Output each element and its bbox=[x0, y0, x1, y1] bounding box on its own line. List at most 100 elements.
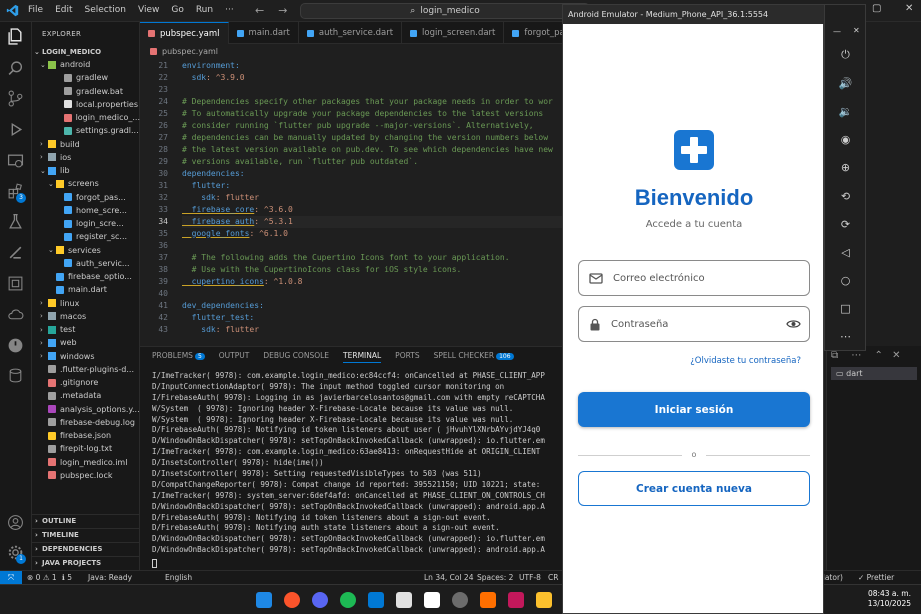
tree-item[interactable]: gradlew bbox=[32, 71, 140, 84]
menu-item[interactable]: Go bbox=[171, 5, 183, 15]
project-root[interactable]: ⌄ LOGIN_MEDICO bbox=[32, 45, 140, 58]
more-icon[interactable]: ⋯ bbox=[851, 350, 861, 361]
tree-item[interactable]: › windows bbox=[32, 350, 140, 363]
rotate-right-icon[interactable]: ⟳ bbox=[838, 217, 853, 232]
tree-item[interactable]: home_scre... bbox=[32, 204, 140, 217]
sidebar-section[interactable]: › DEPENDENCIES bbox=[32, 542, 140, 555]
volume-down-icon[interactable]: 🔉 bbox=[838, 104, 853, 119]
password-field[interactable]: Contraseña bbox=[578, 306, 810, 342]
panel-tab[interactable]: PROBLEMS 5 bbox=[152, 351, 205, 363]
account-icon[interactable] bbox=[7, 514, 24, 531]
tree-item[interactable]: .flutter-plugins-d... bbox=[32, 363, 140, 376]
back-arrow-icon[interactable]: ← bbox=[255, 4, 264, 17]
power-icon[interactable] bbox=[7, 337, 24, 354]
tree-item[interactable]: gradlew.bat bbox=[32, 85, 140, 98]
menu-item[interactable]: Run bbox=[196, 5, 213, 15]
breadcrumb-file[interactable]: pubspec.yaml bbox=[162, 47, 218, 56]
jetbrains-icon[interactable] bbox=[508, 592, 524, 608]
vscode-taskbar-icon[interactable] bbox=[368, 592, 384, 608]
encoding[interactable]: UTF-8 bbox=[519, 573, 541, 582]
tree-item[interactable]: › macos bbox=[32, 310, 140, 323]
testing-flask-icon[interactable] bbox=[7, 213, 24, 230]
remote-explorer-icon[interactable] bbox=[7, 152, 24, 169]
tree-item[interactable]: login_medico_... bbox=[32, 111, 140, 124]
tree-item[interactable]: › linux bbox=[32, 297, 140, 310]
tree-item[interactable]: ⌄ screens bbox=[32, 177, 140, 190]
menu-item[interactable]: File bbox=[28, 5, 43, 15]
discord-icon[interactable] bbox=[312, 592, 328, 608]
tree-item[interactable]: login_scre... bbox=[32, 217, 140, 230]
panel-tab[interactable]: PORTS bbox=[395, 351, 419, 363]
eol[interactable]: CR bbox=[548, 573, 558, 582]
rotate-left-icon[interactable]: ⟲ bbox=[838, 189, 853, 204]
explorer-files-icon[interactable] bbox=[7, 28, 24, 45]
brave-browser-icon[interactable] bbox=[284, 592, 300, 608]
overview-square-icon[interactable]: □ bbox=[838, 301, 853, 316]
tree-item[interactable]: firebase-debug.log bbox=[32, 416, 140, 429]
source-control-icon[interactable] bbox=[7, 90, 24, 107]
tree-item[interactable]: main.dart bbox=[32, 283, 140, 296]
database-icon[interactable] bbox=[7, 367, 24, 384]
login-button[interactable]: Iniciar sesión bbox=[578, 392, 810, 427]
tree-item[interactable]: › test bbox=[32, 323, 140, 336]
volume-up-icon[interactable]: 🔊 bbox=[838, 76, 853, 91]
editor-tab[interactable]: login_screen.dart bbox=[402, 22, 505, 44]
toolbar-minimize-icon[interactable]: — bbox=[833, 27, 841, 36]
tree-item[interactable]: .metadata bbox=[32, 389, 140, 402]
command-center-search[interactable]: ⌕ login_medico bbox=[300, 3, 590, 19]
sidebar-section[interactable]: › OUTLINE bbox=[32, 514, 140, 527]
tree-item[interactable]: local.properties bbox=[32, 98, 140, 111]
tree-item[interactable]: ⌄ android bbox=[32, 58, 140, 71]
postman-icon[interactable] bbox=[480, 592, 496, 608]
calendar-icon[interactable] bbox=[396, 592, 412, 608]
more-options-icon[interactable]: ⋯ bbox=[838, 329, 853, 344]
editor-tab[interactable]: pubspec.yaml bbox=[140, 22, 229, 44]
tree-item[interactable]: auth_servic... bbox=[32, 257, 140, 270]
panel-tab[interactable]: TERMINAL bbox=[343, 351, 382, 363]
remote-window-icon[interactable] bbox=[7, 275, 24, 292]
java-status[interactable]: Java: Ready bbox=[88, 573, 132, 582]
github-desktop-icon[interactable] bbox=[452, 592, 468, 608]
home-circle-icon[interactable]: ○ bbox=[838, 273, 853, 288]
tree-item[interactable]: .gitignore bbox=[32, 376, 140, 389]
tree-item[interactable]: › ios bbox=[32, 151, 140, 164]
forward-arrow-icon[interactable]: → bbox=[278, 4, 287, 17]
tree-item[interactable]: firebase_optio... bbox=[32, 270, 140, 283]
indentation[interactable]: Spaces: 2 bbox=[477, 573, 513, 582]
terminal-output[interactable]: I/ImeTracker( 9978): com.example.login_m… bbox=[152, 371, 560, 556]
forgot-password-link[interactable]: ¿Olvidaste tu contraseña? bbox=[563, 356, 801, 366]
tree-item[interactable]: forgot_pas... bbox=[32, 191, 140, 204]
code-editor[interactable]: 21 environment: 22 sdk: ^3.9.0 23 24 # Depend… bbox=[140, 58, 562, 346]
close-icon[interactable]: ✕ bbox=[905, 3, 913, 14]
spotify-icon[interactable] bbox=[340, 592, 356, 608]
tree-item[interactable]: firebase.json bbox=[32, 429, 140, 442]
info-count[interactable]: ℹ 5 bbox=[62, 573, 72, 582]
problems-count[interactable]: ⊗ 0 ⚠ 1 bbox=[27, 573, 57, 582]
spell-language[interactable]: English bbox=[165, 573, 192, 582]
close-panel-icon[interactable]: ✕ bbox=[892, 350, 900, 361]
editor-tab[interactable]: main.dart bbox=[229, 22, 299, 44]
cursor-position[interactable]: Ln 34, Col 24 bbox=[424, 573, 473, 582]
zoom-icon[interactable]: ⊕ bbox=[838, 160, 853, 175]
tree-item[interactable]: › web bbox=[32, 336, 140, 349]
tree-item[interactable]: register_sc... bbox=[32, 230, 140, 243]
panel-tab[interactable]: DEBUG CONSOLE bbox=[263, 351, 329, 363]
back-triangle-icon[interactable]: ◁ bbox=[838, 245, 853, 260]
tree-item[interactable]: pubspec.lock bbox=[32, 469, 140, 482]
maximize-icon[interactable]: ▢ bbox=[872, 3, 881, 14]
file-explorer-icon[interactable] bbox=[536, 592, 552, 608]
search-icon[interactable] bbox=[7, 60, 24, 77]
panel-tab[interactable]: SPELL CHECKER 106 bbox=[434, 351, 514, 363]
tree-item[interactable]: login_medico.iml bbox=[32, 456, 140, 469]
sidebar-section[interactable]: › JAVA PROJECTS bbox=[32, 556, 140, 569]
panel-tab[interactable]: OUTPUT bbox=[219, 351, 250, 363]
email-field[interactable]: Correo electrónico bbox=[578, 260, 810, 296]
tree-item[interactable]: › build bbox=[32, 138, 140, 151]
visibility-eye-icon[interactable] bbox=[786, 319, 801, 329]
run-debug-icon[interactable] bbox=[7, 121, 24, 138]
maximize-panel-icon[interactable]: ⌃ bbox=[875, 350, 883, 361]
menu-item[interactable]: Edit bbox=[55, 5, 72, 15]
flutter-devtools-icon[interactable] bbox=[7, 244, 24, 261]
menu-item[interactable]: Selection bbox=[85, 5, 126, 15]
tree-item[interactable]: ⌄ services bbox=[32, 244, 140, 257]
